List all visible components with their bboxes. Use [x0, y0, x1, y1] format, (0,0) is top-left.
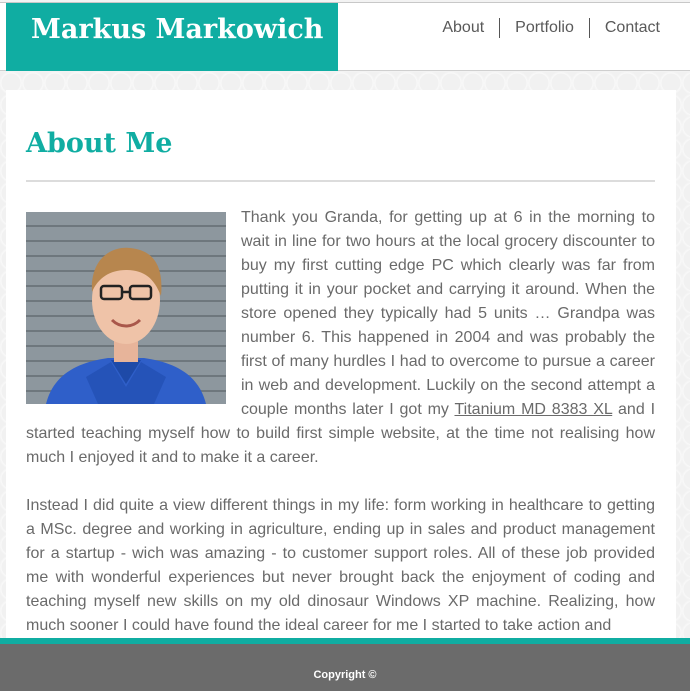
about-paragraph-2: Instead I did quite a view different thi…	[26, 497, 655, 634]
titanium-link[interactable]: Titanium MD 8383 XL	[454, 401, 612, 418]
nav-portfolio[interactable]: Portfolio	[499, 18, 589, 38]
main-nav: About Portfolio Contact	[427, 17, 660, 39]
heading-divider	[26, 180, 655, 182]
copyright-text: Copyright ©	[313, 669, 377, 681]
site-footer: Copyright ©	[0, 644, 690, 691]
about-text: Thank you Granda, for getting up at 6 in…	[26, 206, 655, 638]
nav-contact[interactable]: Contact	[588, 18, 660, 38]
paragraph-1-text: Thank you Granda, for getting up at 6 in…	[241, 209, 655, 418]
nav-about[interactable]: About	[427, 18, 499, 38]
page-title: About Me	[26, 128, 173, 159]
site-brand[interactable]: Markus Markowich	[6, 3, 338, 71]
site-header: Markus Markowich About Portfolio Contact	[0, 3, 690, 71]
about-section: About Me Thank you Granda, for getting u…	[6, 90, 676, 638]
profile-photo	[26, 212, 226, 404]
